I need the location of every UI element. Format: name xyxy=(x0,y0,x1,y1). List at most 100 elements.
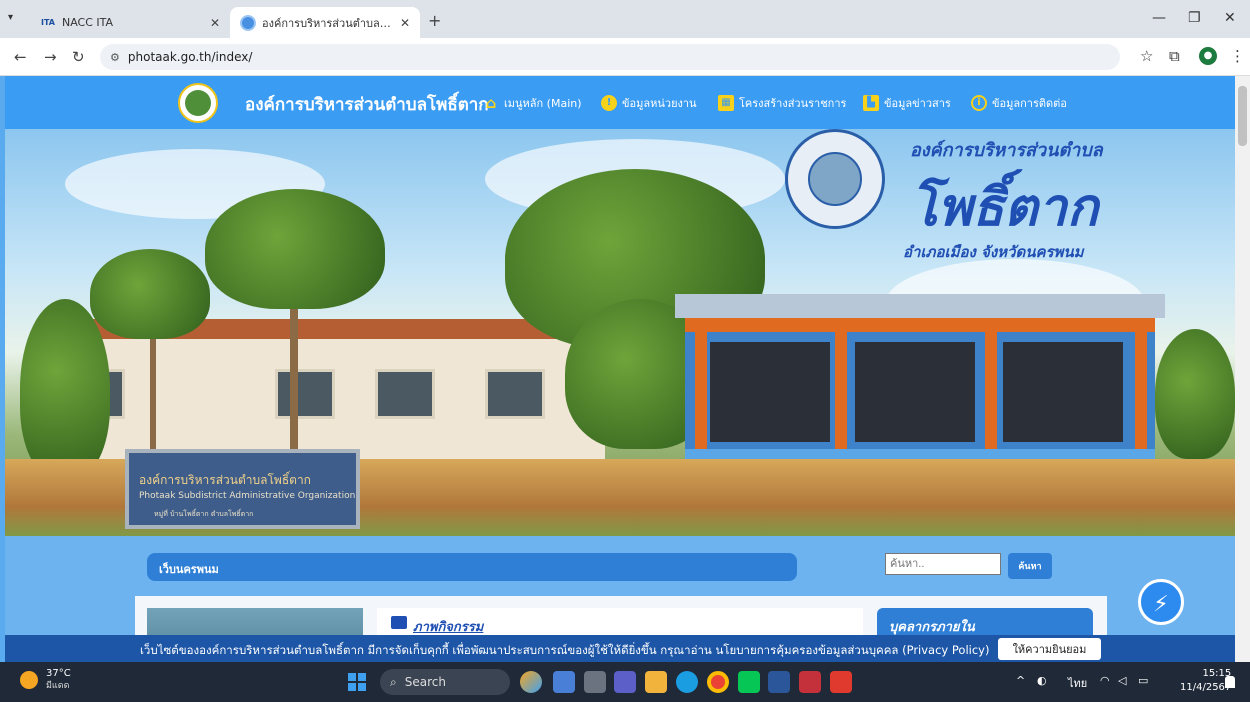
tab-title: องค์การบริหารส่วนตำบลโพธิ์ตาก อำเ... xyxy=(262,16,394,30)
tab-nacc-ita[interactable]: ITA NACC ITA ✕ xyxy=(30,7,230,38)
nav-main-menu[interactable]: ⌂ เมนูหลัก (Main) xyxy=(483,94,582,112)
word-icon[interactable] xyxy=(768,671,790,693)
palm-tree xyxy=(90,249,210,339)
copilot-icon[interactable] xyxy=(520,671,542,693)
url-text: photaak.go.th/index/ xyxy=(127,50,253,64)
chart-icon: ▙ xyxy=(863,95,879,111)
sign-english-name: Photaak Subdistrict Administrative Organ… xyxy=(139,491,356,501)
sun-icon xyxy=(20,671,38,689)
organization-emblem xyxy=(785,129,885,229)
tray-app-icon[interactable]: ◐ xyxy=(1037,674,1047,687)
mcafee-icon[interactable] xyxy=(799,671,821,693)
reload-icon[interactable]: ↻ xyxy=(72,48,85,66)
nav-label: ข้อมูลหน่วยงาน xyxy=(622,97,697,110)
left-building xyxy=(45,319,605,469)
search-button[interactable]: ค้นหา xyxy=(1008,553,1052,579)
cookie-text: เว็บไซต์ขององค์การบริหารส่วนตำบลโพธิ์ตาก… xyxy=(140,643,990,657)
hero-title-name: โพธิ์ตาก xyxy=(910,178,1099,238)
tree xyxy=(1155,329,1235,459)
line-icon[interactable] xyxy=(738,671,760,693)
input-language[interactable]: ไทย xyxy=(1068,674,1087,692)
nav-label: ข้อมูลข่าวสาร xyxy=(884,97,951,110)
home-icon: ⌂ xyxy=(485,94,497,112)
site-info-icon[interactable]: ⚙ xyxy=(110,51,120,64)
chrome-icon[interactable] xyxy=(707,671,729,693)
nav-contact[interactable]: i ข้อมูลการติดต่อ xyxy=(971,94,1067,112)
bookmark-star-icon[interactable]: ☆ xyxy=(1140,47,1153,65)
messenger-chat-icon[interactable]: ⚡ xyxy=(1138,579,1184,625)
volume-icon[interactable]: ◁ xyxy=(1118,674,1126,687)
site-navbar: องค์การบริหารส่วนตำบลโพธิ์ตาก ⌂ เมนูหลัก… xyxy=(5,76,1235,129)
web-page: องค์การบริหารส่วนตำบลโพธิ์ตาก ⌂ เมนูหลัก… xyxy=(0,76,1250,662)
teams-icon[interactable] xyxy=(614,671,636,693)
teams-app-icon[interactable] xyxy=(553,671,575,693)
tab-title: NACC ITA xyxy=(62,16,114,29)
personnel-heading[interactable]: บุคลากรภายใน xyxy=(889,616,975,637)
back-icon[interactable]: ← xyxy=(14,48,27,66)
nav-label: เมนูหลัก (Main) xyxy=(504,97,582,110)
taskbar-search[interactable]: ⌕ Search xyxy=(380,669,510,695)
acrobat-icon[interactable] xyxy=(830,671,852,693)
hero-title-org: องค์การบริหารส่วนตำบล xyxy=(910,140,1103,161)
nav-news[interactable]: ▙ ข้อมูลข่าวสาร xyxy=(863,94,951,112)
new-tab-icon[interactable]: + xyxy=(428,11,441,30)
weather-widget[interactable]: 37°C มีแดด xyxy=(20,668,71,692)
tab-search-chevron-icon[interactable]: ▾ xyxy=(8,12,13,23)
extensions-icon[interactable]: ⧉ xyxy=(1169,47,1180,65)
right-building xyxy=(675,294,1165,479)
cookie-consent-bar: เว็บไซต์ขององค์การบริหารส่วนตำบลโพธิ์ตาก… xyxy=(5,635,1235,662)
tree xyxy=(20,299,110,479)
forward-icon[interactable]: → xyxy=(44,48,57,66)
address-bar-row: ← → ↻ ⚙ photaak.go.th/index/ ☆ ⧉ ● ⋮ xyxy=(0,38,1250,76)
nav-label: ข้อมูลการติดต่อ xyxy=(992,97,1067,110)
camera-icon xyxy=(391,616,407,629)
restore-icon[interactable]: ❐ xyxy=(1188,10,1201,26)
notification-bell-icon[interactable] xyxy=(1225,676,1235,688)
taskbar: 37°C มีแดด ⌕ Search ^ ◐ ไทย ◠ ◁ ▭ 15:15 … xyxy=(0,662,1250,702)
sign-thai-name: องค์การบริหารส่วนตำบลโพธิ์ตาก xyxy=(139,473,311,487)
ita-logo-icon: ITA xyxy=(40,18,55,27)
tab-photaak[interactable]: องค์การบริหารส่วนตำบลโพธิ์ตาก อำเ... ✕ xyxy=(230,7,420,38)
menu-dots-icon[interactable]: ⋮ xyxy=(1230,47,1245,65)
system-clock[interactable]: 15:15 11/4/2567 xyxy=(1180,667,1231,695)
calendar-icon: ▦ xyxy=(718,95,734,111)
sign-address: หมู่ที่ บ้านโพธิ์ตาก ตำบลโพธิ์ตาก xyxy=(154,510,254,518)
news-ticker[interactable]: เว็บนครพนม xyxy=(147,553,797,581)
task-view-icon[interactable] xyxy=(584,671,606,693)
search-input[interactable] xyxy=(885,553,1001,575)
weather-condition: มีแดด xyxy=(46,681,70,691)
activities-heading[interactable]: ภาพกิจกรรม xyxy=(413,616,483,637)
clock-time: 15:15 xyxy=(1202,668,1232,679)
url-field[interactable]: ⚙ photaak.go.th/index/ xyxy=(100,44,1120,70)
close-tab-icon[interactable]: ✕ xyxy=(400,16,410,30)
palm-tree xyxy=(205,189,385,309)
nav-structure[interactable]: ▦ โครงสร้างส่วนราชการ xyxy=(718,94,846,112)
info-icon: i xyxy=(971,95,987,111)
battery-icon[interactable]: ▭ xyxy=(1138,674,1148,687)
file-explorer-icon[interactable] xyxy=(645,671,667,693)
page-scrollbar[interactable] xyxy=(1235,76,1250,662)
wifi-icon[interactable]: ◠ xyxy=(1100,674,1110,687)
browser-tab-strip: ▾ ITA NACC ITA ✕ องค์การบริหารส่วนตำบลโพ… xyxy=(0,0,1250,38)
site-name[interactable]: องค์การบริหารส่วนตำบลโพธิ์ตาก xyxy=(245,91,489,118)
profile-avatar[interactable]: ● xyxy=(1199,47,1217,65)
temperature: 37°C xyxy=(46,668,71,679)
info-icon: ! xyxy=(601,95,617,111)
site-logo[interactable] xyxy=(178,83,218,123)
close-tab-icon[interactable]: ✕ xyxy=(210,16,220,30)
minimize-icon[interactable]: — xyxy=(1152,10,1166,26)
cookie-accept-button[interactable]: ให้ความยินยอม xyxy=(998,638,1101,660)
globe-icon xyxy=(240,14,256,31)
nav-agency-info[interactable]: ! ข้อมูลหน่วยงาน xyxy=(601,94,697,112)
windows-start-icon[interactable] xyxy=(348,673,366,691)
hero-banner: องค์การบริหารส่วนตำบล โพธิ์ตาก อำเภอเมือ… xyxy=(5,129,1235,536)
edge-icon[interactable] xyxy=(676,671,698,693)
tray-chevron-icon[interactable]: ^ xyxy=(1016,674,1025,687)
clock-date: 11/4/2567 xyxy=(1180,682,1232,693)
hero-title-location: อำเภอเมือง จังหวัดนครพนม xyxy=(903,243,1084,261)
organization-sign: องค์การบริหารส่วนตำบลโพธิ์ตาก Photaak Su… xyxy=(125,449,360,529)
nav-label: โครงสร้างส่วนราชการ xyxy=(739,97,847,110)
taskbar-search-label: Search xyxy=(404,675,446,689)
search-icon: ⌕ xyxy=(390,674,397,689)
close-window-icon[interactable]: ✕ xyxy=(1224,10,1236,26)
